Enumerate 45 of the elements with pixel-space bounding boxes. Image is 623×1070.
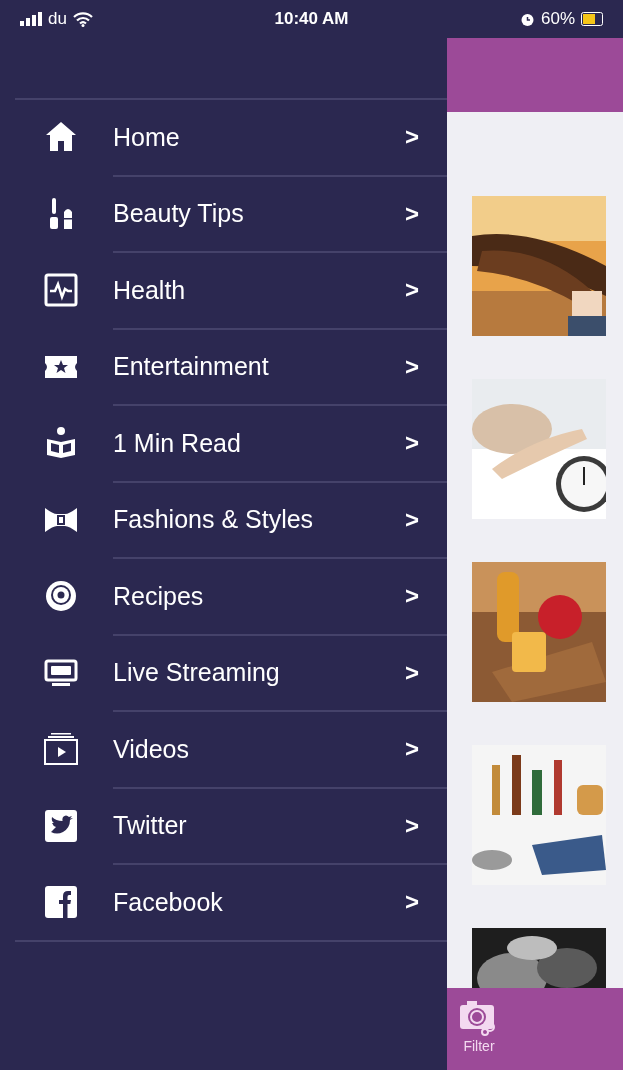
menu-item[interactable]: 1 Min Read >	[15, 406, 447, 481]
menu-item[interactable]: Videos >	[15, 712, 447, 787]
chevron: >	[405, 734, 419, 765]
heart-monitor-icon	[43, 272, 79, 309]
battery-icon	[581, 12, 603, 26]
chevron: >	[405, 504, 419, 535]
alarm-icon	[519, 11, 535, 27]
chevron: >	[405, 581, 419, 612]
chevron: >	[405, 887, 419, 918]
menu-label: 1 Min Read	[113, 427, 242, 459]
chevron: >	[405, 122, 419, 153]
facebook-icon	[43, 884, 79, 921]
menu-label: Health	[113, 274, 187, 306]
status-time: 10:40 AM	[273, 8, 350, 31]
chevron: >	[405, 428, 419, 459]
menu-item[interactable]: Fashions & Styles >	[15, 482, 447, 557]
chevron: >	[405, 275, 419, 306]
menu-label: Live Streaming	[113, 657, 281, 688]
menu-item[interactable]: Entertainment >	[15, 329, 447, 404]
menu-item[interactable]: Home >	[15, 100, 447, 175]
menu-item[interactable]: Twitter >	[15, 788, 447, 863]
chevron: >	[405, 351, 419, 382]
menu-item[interactable]: Live Streaming >	[15, 635, 447, 710]
bird-icon	[43, 807, 79, 844]
menu-label: Entertainment	[113, 351, 270, 382]
video-icon	[43, 731, 79, 768]
wifi-icon	[72, 11, 93, 27]
chevron: >	[405, 198, 419, 229]
menu-item[interactable]: Recipes >	[15, 559, 447, 634]
menu-label: Beauty Tips	[113, 198, 245, 229]
menu-label: Home	[113, 121, 181, 153]
menu-item[interactable]: Health >	[15, 253, 447, 328]
menu-label: Facebook	[113, 886, 224, 918]
filter-button[interactable]: Filter	[459, 1000, 499, 1064]
menu-label: Videos	[113, 733, 190, 765]
chevron: >	[405, 657, 419, 688]
menu-label: Recipes	[113, 580, 205, 612]
menu-item[interactable]: Facebook >	[15, 865, 447, 940]
battery-percent: 60%	[540, 8, 575, 31]
menu-item[interactable]: Beauty Tips >	[15, 176, 447, 251]
signal-icon	[20, 12, 42, 26]
menu-label: Fashions & Styles	[113, 504, 315, 535]
menu-label: Twitter	[113, 810, 188, 841]
chevron: >	[405, 810, 419, 841]
carrier-name: du	[48, 8, 67, 31]
